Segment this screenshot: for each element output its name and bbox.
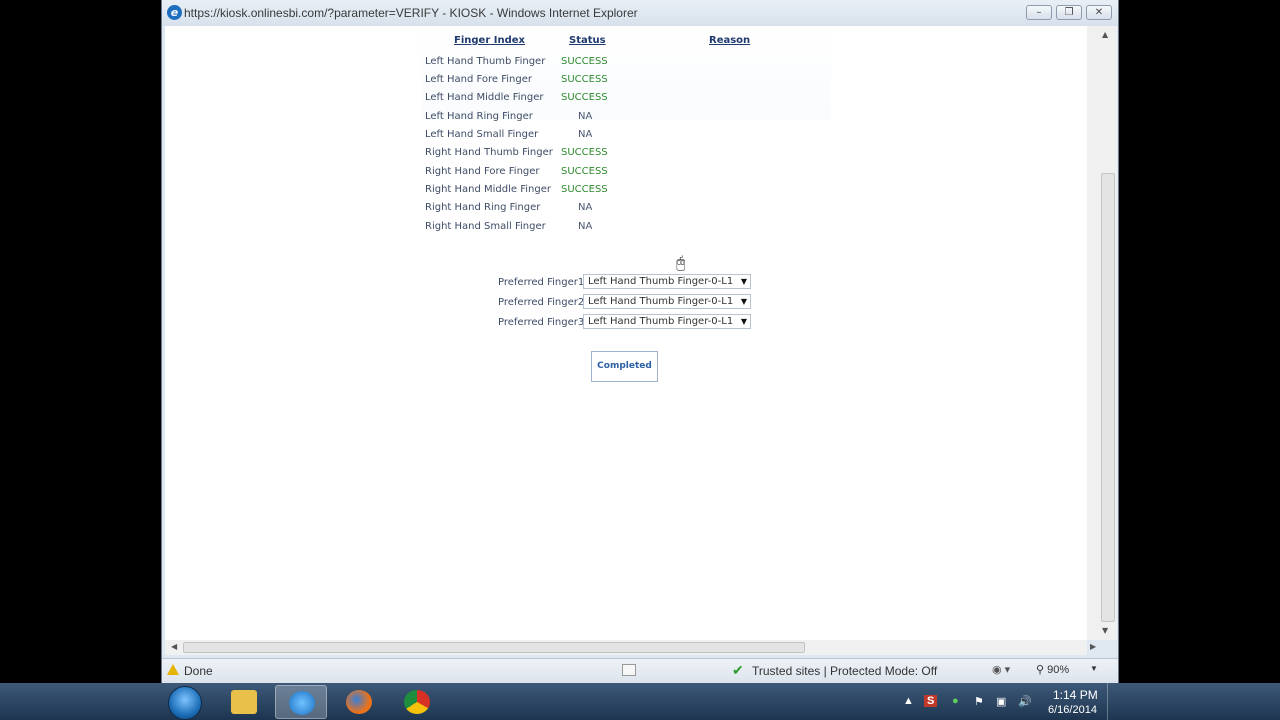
title-bar: e https://kiosk.onlinesbi.com/?parameter… — [162, 0, 1118, 26]
system-tray: ▲ S ● ⚑ ▣ 🔊 1:14 PM 6/16/2014 — [900, 683, 1280, 720]
page-icon — [622, 664, 636, 676]
clock-date[interactable]: 6/16/2014 — [1048, 704, 1097, 716]
taskbar-chrome[interactable] — [391, 685, 443, 719]
preferred-finger2-label: Preferred Finger2 — [498, 297, 585, 308]
preferred-finger1-label: Preferred Finger1 — [498, 277, 585, 288]
minimize-button[interactable]: – — [1026, 5, 1052, 20]
finger-label: Left Hand Ring Finger — [425, 111, 533, 122]
finger-status: SUCCESS — [561, 74, 608, 85]
folder-icon — [231, 690, 257, 714]
zoom-level[interactable]: ⚲ 90% — [1036, 663, 1069, 676]
finger-status: SUCCESS — [561, 147, 608, 158]
horizontal-scrollbar[interactable]: ◀ ▶ — [165, 640, 1096, 655]
vertical-scrollbar[interactable]: ▲ ▼ — [1087, 26, 1117, 640]
finger-status: NA — [578, 111, 593, 122]
finger-label: Left Hand Fore Finger — [425, 74, 532, 85]
finger-label: Left Hand Middle Finger — [425, 92, 544, 103]
taskbar-internet-explorer[interactable] — [275, 685, 327, 719]
firefox-icon — [346, 690, 372, 714]
preferred-finger1-value: Left Hand Thumb Finger-0-L1 — [588, 276, 734, 287]
show-desktop-button[interactable] — [1107, 683, 1120, 720]
zoom-value: 90% — [1047, 664, 1070, 676]
finger-status: NA — [578, 129, 593, 140]
preferred-finger3-select[interactable]: Left Hand Thumb Finger-0-L1 ▼ — [583, 314, 751, 329]
preferred-finger2-value: Left Hand Thumb Finger-0-L1 — [588, 296, 734, 307]
preferred-finger3-value: Left Hand Thumb Finger-0-L1 — [588, 316, 734, 327]
finger-label: Right Hand Small Finger — [425, 221, 546, 232]
finger-status: SUCCESS — [561, 56, 608, 67]
show-hidden-icons-icon[interactable]: ▲ — [903, 695, 914, 707]
scroll-up-icon[interactable]: ▲ — [1102, 30, 1108, 39]
mouse-cursor-icon: 🖰 — [676, 253, 686, 272]
chevron-down-icon: ▼ — [740, 317, 747, 326]
finger-label: Left Hand Thumb Finger — [425, 56, 546, 67]
finger-label: Right Hand Thumb Finger — [425, 147, 553, 158]
volume-icon[interactable]: 🔊 — [1018, 695, 1032, 708]
app-tray-icon[interactable]: S — [924, 695, 938, 707]
scroll-down-icon[interactable]: ▼ — [1102, 626, 1108, 635]
warning-icon — [167, 664, 179, 675]
start-button[interactable] — [168, 686, 202, 720]
page-content: Finger Index Status Reason Left Hand Thu… — [165, 26, 1087, 640]
header-status: Status — [569, 35, 606, 46]
finger-status: NA — [578, 202, 593, 213]
header-reason: Reason — [709, 35, 751, 46]
vertical-scroll-thumb[interactable] — [1101, 173, 1115, 622]
chrome-icon — [404, 690, 430, 714]
completed-button[interactable]: Completed — [591, 351, 658, 382]
green-tray-icon[interactable]: ● — [952, 695, 959, 707]
checkmark-icon: ✔ — [732, 662, 744, 678]
chevron-down-icon: ▼ — [740, 277, 747, 286]
preferred-finger2-select[interactable]: Left Hand Thumb Finger-0-L1 ▼ — [583, 294, 751, 309]
preferred-finger3-label: Preferred Finger3 — [498, 317, 585, 328]
finger-status: NA — [578, 221, 593, 232]
finger-label: Right Hand Ring Finger — [425, 202, 541, 213]
internet-explorer-icon: e — [167, 5, 182, 20]
clock-time[interactable]: 1:14 PM — [1053, 688, 1098, 702]
finger-label: Right Hand Fore Finger — [425, 166, 540, 177]
window-title: https://kiosk.onlinesbi.com/?parameter=V… — [184, 6, 638, 20]
browser-window: e https://kiosk.onlinesbi.com/?parameter… — [161, 0, 1119, 683]
horizontal-scroll-thumb[interactable] — [183, 642, 805, 653]
finger-status: SUCCESS — [561, 184, 608, 195]
taskbar-explorer[interactable] — [218, 685, 270, 719]
status-text: Done — [184, 664, 213, 678]
header-finger-index: Finger Index — [454, 35, 525, 46]
security-zone[interactable]: Trusted sites | Protected Mode: Off — [752, 664, 937, 678]
restore-button[interactable]: ❐ — [1056, 5, 1082, 20]
security-icon[interactable]: ◉ ▾ — [992, 663, 1010, 676]
finger-label: Left Hand Small Finger — [425, 129, 539, 140]
finger-status: SUCCESS — [561, 166, 608, 177]
network-icon[interactable]: ▣ — [996, 695, 1006, 708]
internet-explorer-icon — [289, 691, 315, 715]
scroll-right-icon[interactable]: ▶ — [1090, 642, 1096, 651]
scroll-left-icon[interactable]: ◀ — [171, 642, 177, 651]
flag-icon[interactable]: ⚑ — [974, 695, 984, 708]
finger-status: SUCCESS — [561, 92, 608, 103]
chevron-down-icon[interactable]: ▼ — [1090, 664, 1098, 673]
preferred-finger1-select[interactable]: Left Hand Thumb Finger-0-L1 ▼ — [583, 274, 751, 289]
status-bar: Done ✔ Trusted sites | Protected Mode: O… — [162, 658, 1118, 683]
chevron-down-icon: ▼ — [740, 297, 747, 306]
finger-label: Right Hand Middle Finger — [425, 184, 551, 195]
close-button[interactable]: ✕ — [1086, 5, 1112, 20]
taskbar-firefox[interactable] — [333, 685, 385, 719]
